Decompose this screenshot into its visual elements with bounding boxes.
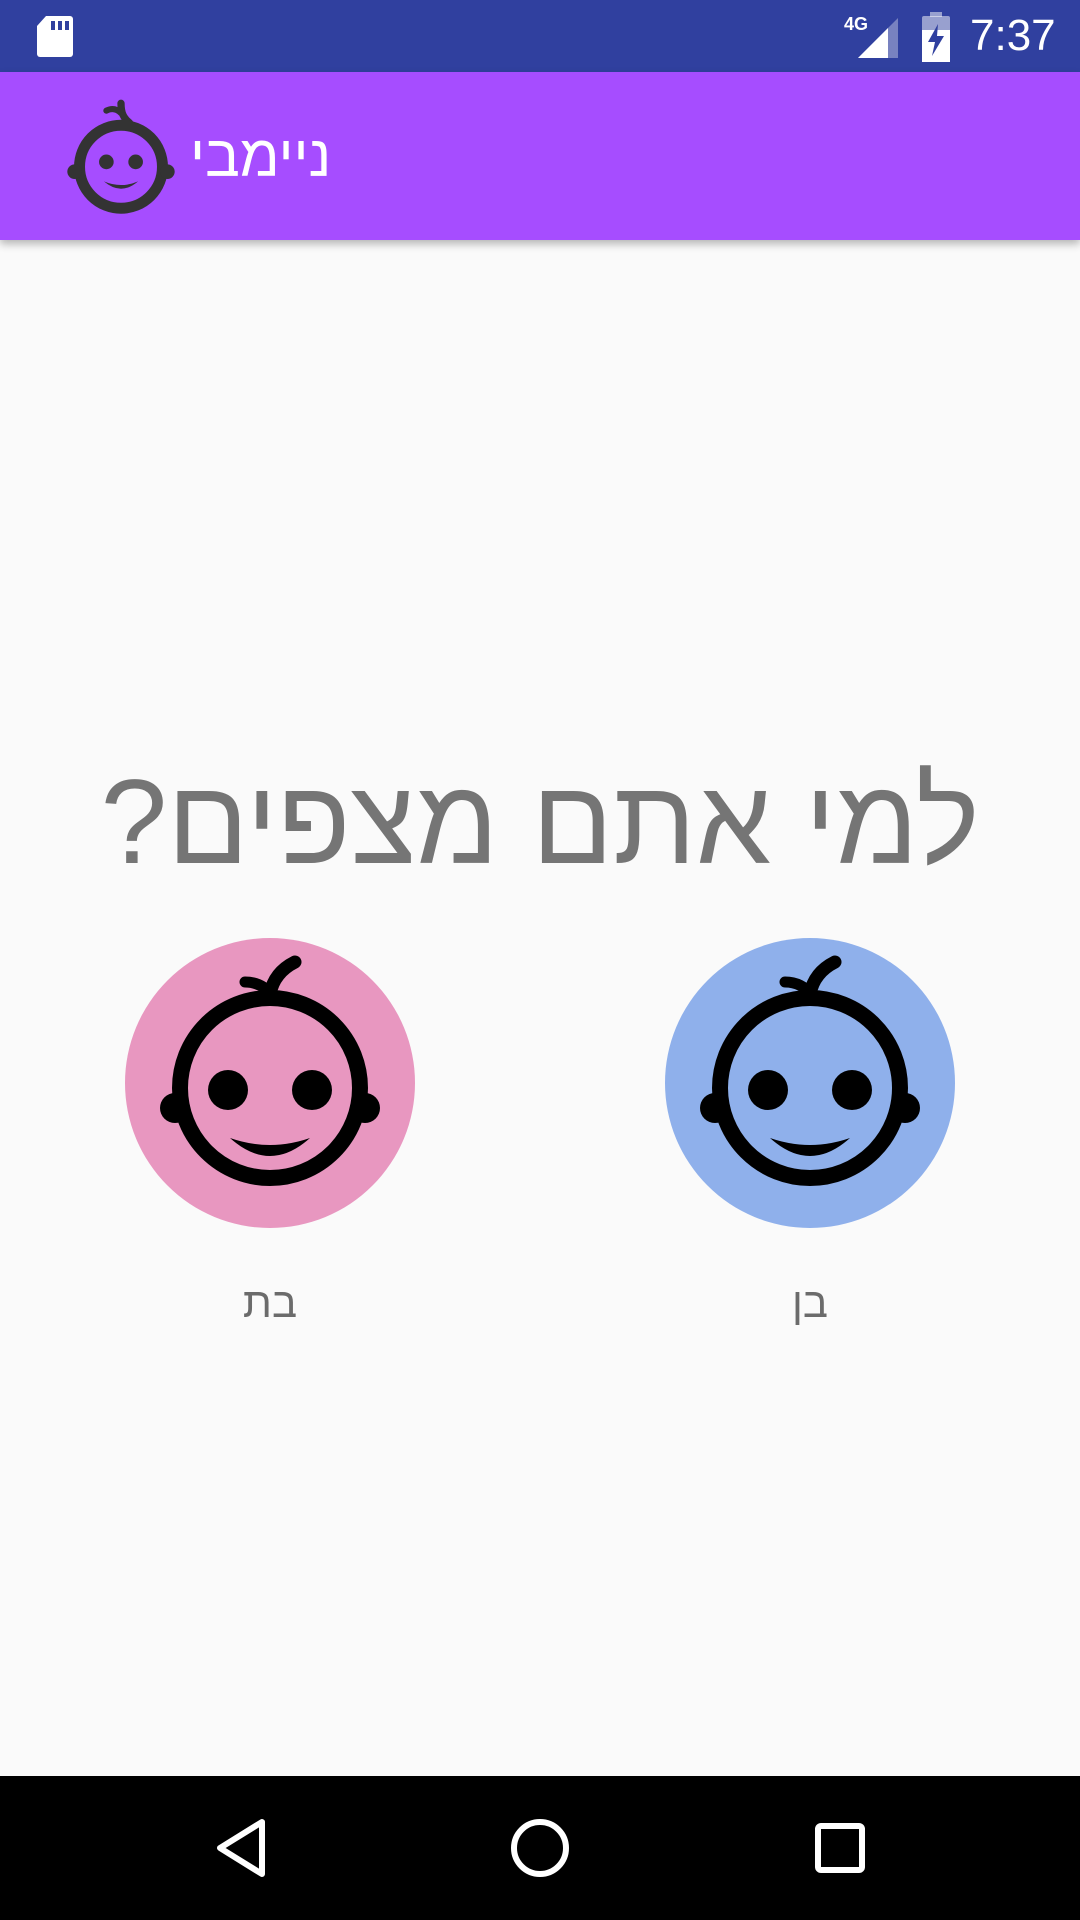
boy-choice[interactable]: בן [665,938,955,1338]
battery-charging-icon [922,12,950,62]
status-bar: 4G 7:37 [0,0,1080,72]
question-heading: למי אתם מצפים? [100,755,980,889]
girl-avatar[interactable] [125,938,415,1228]
baby-face-icon [665,938,955,1228]
baby-face-icon [125,938,415,1228]
app-title: ניימבי [190,124,332,189]
status-time: 7:37 [970,11,1056,60]
sd-card-icon [37,16,73,57]
home-icon[interactable] [504,1812,576,1884]
girl-label: בת [242,1279,298,1326]
boy-avatar[interactable] [665,938,955,1228]
baby-face-icon [67,99,175,214]
back-icon[interactable] [206,1812,278,1884]
app-bar: ניימבי [0,72,1080,240]
signal-icon: 4G [844,14,898,58]
network-type: 4G [844,14,868,34]
boy-label: בן [791,1279,829,1326]
navigation-bar [0,1776,1080,1920]
girl-choice[interactable]: בת [125,938,415,1338]
recents-icon[interactable] [804,1812,876,1884]
